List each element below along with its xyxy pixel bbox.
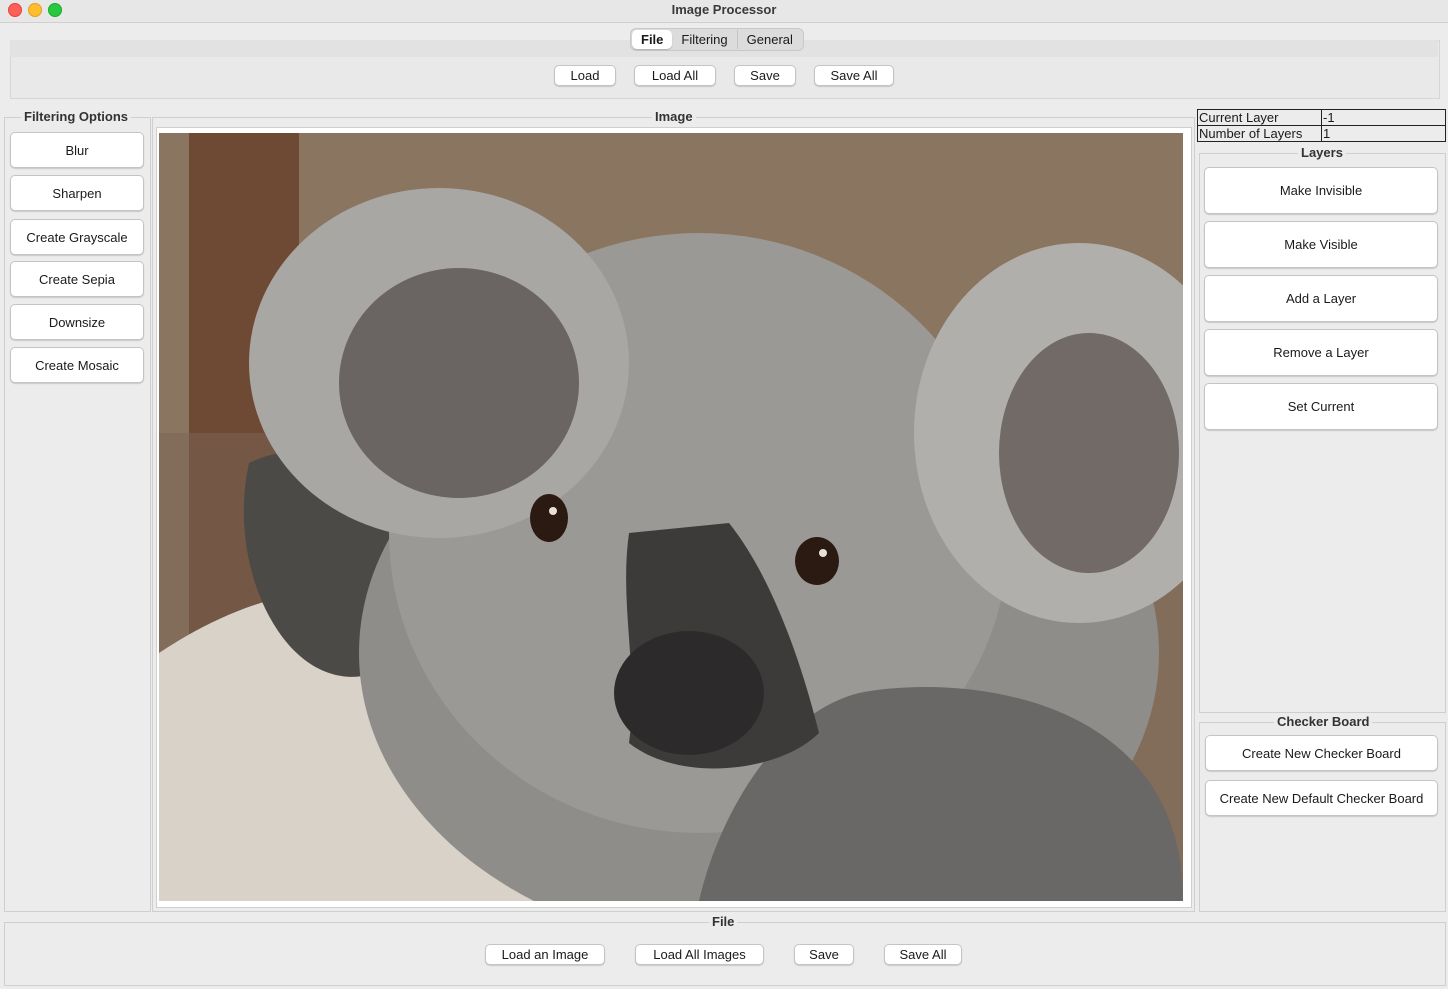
layers-title: Layers [1298,145,1346,160]
load-all-images-button[interactable]: Load All Images [635,944,764,965]
load-button[interactable]: Load [554,65,616,86]
filtering-options-title: Filtering Options [21,109,131,124]
make-invisible-button[interactable]: Make Invisible [1204,167,1438,214]
create-mosaic-button[interactable]: Create Mosaic [10,347,144,383]
koala-image [159,133,1183,901]
add-layer-button[interactable]: Add a Layer [1204,275,1438,322]
tab-file[interactable]: File [632,30,673,49]
create-grayscale-button[interactable]: Create Grayscale [10,219,144,255]
tab-filtering[interactable]: Filtering [672,30,738,49]
load-an-image-button[interactable]: Load an Image [485,944,605,965]
top-tabs: File Filtering General [630,28,804,51]
number-of-layers-label: Number of Layers [1197,125,1322,142]
load-all-button[interactable]: Load All [634,65,716,86]
set-current-button[interactable]: Set Current [1204,383,1438,430]
window-title: Image Processor [671,2,777,17]
image-panel-title: Image [652,109,696,124]
create-sepia-button[interactable]: Create Sepia [10,261,144,297]
checker-board-title: Checker Board [1274,714,1373,729]
bottom-file-title: File [709,914,738,929]
create-new-checker-board-button[interactable]: Create New Checker Board [1205,735,1438,771]
tab-general[interactable]: General [738,30,802,49]
make-visible-button[interactable]: Make Visible [1204,221,1438,268]
current-layer-value: -1 [1321,109,1446,126]
layer-info-table: Current Layer -1 Number of Layers 1 [1197,109,1446,142]
remove-layer-button[interactable]: Remove a Layer [1204,329,1438,376]
bottom-save-button[interactable]: Save [794,944,854,965]
blur-button[interactable]: Blur [10,132,144,168]
title-bar: Image Processor [0,0,1448,23]
sharpen-button[interactable]: Sharpen [10,175,144,211]
save-button[interactable]: Save [734,65,796,86]
current-layer-label: Current Layer [1197,109,1322,126]
number-of-layers-value: 1 [1321,125,1446,142]
downsize-button[interactable]: Downsize [10,304,144,340]
save-all-button[interactable]: Save All [814,65,894,86]
create-new-default-checker-board-button[interactable]: Create New Default Checker Board [1205,780,1438,816]
bottom-save-all-button[interactable]: Save All [884,944,962,965]
